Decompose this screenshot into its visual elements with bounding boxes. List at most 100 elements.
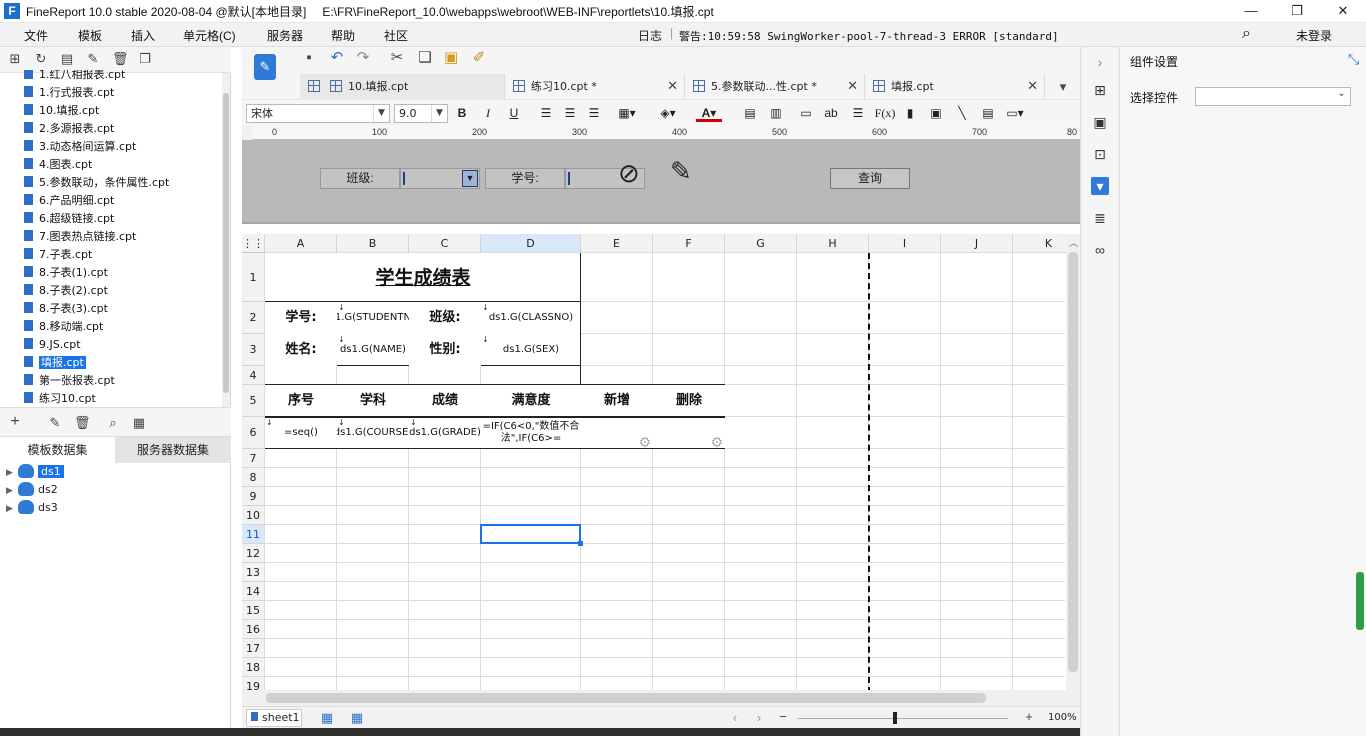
- scroll-left-icon[interactable]: ‹: [728, 711, 742, 725]
- fill-handle[interactable]: [578, 541, 583, 546]
- cell-f6[interactable]: ⚙: [653, 417, 725, 449]
- close-button[interactable]: ✕: [1320, 0, 1366, 23]
- right-panel-scroll-indicator[interactable]: [1356, 572, 1364, 630]
- file-item[interactable]: 2.多源报表.cpt: [24, 120, 114, 138]
- italic-button[interactable]: I: [480, 105, 496, 122]
- doc-tab[interactable]: 练习10.cpt * ✕: [505, 74, 685, 99]
- undo-icon[interactable]: ↶: [330, 50, 344, 65]
- chart-icon[interactable]: ▮: [902, 105, 918, 122]
- font-color-icon[interactable]: A▾: [696, 105, 722, 122]
- fill-color-icon[interactable]: ◈▾: [656, 105, 680, 122]
- menu-insert[interactable]: 插入: [131, 27, 155, 44]
- cell-a2[interactable]: 学号:: [265, 302, 337, 334]
- row-header[interactable]: 18: [242, 658, 265, 677]
- new-folder-icon[interactable]: ⊞: [8, 52, 22, 66]
- file-item[interactable]: 8.移动端.cpt: [24, 318, 103, 336]
- expand-arrow-icon[interactable]: ▶: [6, 500, 18, 518]
- template-type-icon[interactable]: ✎: [254, 54, 276, 80]
- dataset-item[interactable]: ▶ ds2: [6, 481, 58, 499]
- redo-icon[interactable]: ↷: [356, 50, 370, 65]
- copy-icon[interactable]: ❐: [138, 52, 152, 66]
- cell-a5[interactable]: 序号: [265, 385, 337, 417]
- file-item[interactable]: 10.填报.cpt: [24, 102, 99, 120]
- rich-text-icon[interactable]: ☰: [850, 105, 866, 122]
- column-header[interactable]: A: [265, 234, 337, 253]
- insert-row-icon[interactable]: ▭: [798, 105, 814, 122]
- font-family-select[interactable]: 宋体 ▼: [246, 104, 390, 123]
- row-header[interactable]: 3: [242, 334, 265, 366]
- delete-dataset-icon[interactable]: 🗑: [74, 416, 91, 430]
- tab-menu-icon[interactable]: ▾: [1056, 80, 1070, 94]
- cell-attribute-icon[interactable]: ⊞: [1091, 81, 1109, 99]
- file-item[interactable]: 5.参数联动，条件属性.cpt: [24, 174, 169, 192]
- minimize-button[interactable]: —: [1228, 0, 1274, 23]
- expand-arrow-icon[interactable]: ▶: [6, 482, 18, 500]
- sheet-tab[interactable]: sheet1: [246, 709, 302, 727]
- file-item[interactable]: 7.图表热点链接.cpt: [24, 228, 136, 246]
- preview-dataset-icon[interactable]: ⌕: [106, 416, 120, 430]
- column-header[interactable]: I: [869, 234, 941, 253]
- split-cells-icon[interactable]: ▥: [768, 105, 784, 122]
- cell-b5[interactable]: 学科: [337, 385, 409, 417]
- cell-d5[interactable]: 满意度: [481, 385, 581, 417]
- font-size-select[interactable]: 9.0 ▼: [394, 104, 448, 123]
- hyperlink-icon[interactable]: ∞: [1091, 241, 1109, 259]
- more-insert-icon[interactable]: ▭▾: [1004, 105, 1026, 122]
- file-item[interactable]: 第一张报表.cpt: [24, 372, 115, 390]
- row-header[interactable]: 9: [242, 487, 265, 506]
- row-header[interactable]: 17: [242, 639, 265, 658]
- class-combo[interactable]: ▼: [400, 168, 480, 189]
- zoom-out-icon[interactable]: −: [776, 710, 790, 724]
- sheet-vertical-scrollbar[interactable]: ︿: [1066, 234, 1080, 690]
- text-icon[interactable]: ab: [822, 105, 840, 122]
- cell-b3[interactable]: ds1.G(NAME) ↓: [337, 334, 409, 366]
- query-button[interactable]: 查询: [830, 168, 910, 189]
- zoom-slider-track[interactable]: [798, 718, 1008, 719]
- refresh-icon[interactable]: ↻: [34, 52, 48, 66]
- log-link[interactable]: 日志: [638, 27, 662, 44]
- column-header[interactable]: G: [725, 234, 797, 253]
- underline-button[interactable]: U: [506, 105, 522, 122]
- select-control-dropdown[interactable]: ⌄: [1195, 87, 1351, 106]
- file-item[interactable]: 6.超级链接.cpt: [24, 210, 114, 228]
- spreadsheet-grid[interactable]: ⋮⋮ ABCDEFGHIJK 1 2 3 4 5 6 7 8 9 10 11 12 13 14 15 16 17…: [242, 234, 1066, 690]
- edit-icon[interactable]: ✎: [86, 52, 100, 66]
- column-header[interactable]: E: [581, 234, 653, 253]
- cell-f5[interactable]: 删除: [653, 385, 725, 417]
- file-item[interactable]: 9.JS.cpt: [24, 336, 81, 354]
- pin-icon[interactable]: ⤡: [1348, 51, 1359, 68]
- cell-c6[interactable]: ds1.G(GRADE) ↓: [409, 417, 481, 449]
- column-header[interactable]: C: [409, 234, 481, 253]
- row-header[interactable]: 13: [242, 563, 265, 582]
- row-header[interactable]: 6: [242, 417, 265, 449]
- menu-help[interactable]: 帮助: [331, 27, 355, 44]
- cell-b6[interactable]: ds1.G(COURSE) ↓: [337, 417, 409, 449]
- doc-tab[interactable]: 填报.cpt ✕: [865, 74, 1045, 99]
- doc-tab[interactable]: 10.填报.cpt: [300, 74, 505, 99]
- expand-arrow-icon[interactable]: ▶: [6, 464, 18, 482]
- dataset-settings-icon[interactable]: ▦: [132, 416, 146, 430]
- align-center-icon[interactable]: ☰: [562, 105, 578, 122]
- slash-icon[interactable]: ╲: [954, 105, 970, 122]
- warning-message[interactable]: 警告:10:59:58 SwingWorker-pool-7-thread-3 …: [679, 28, 1059, 44]
- row-header[interactable]: 8: [242, 468, 265, 487]
- cell-d2[interactable]: ds1.G(CLASSNO) ↓: [481, 302, 581, 334]
- column-header[interactable]: H: [797, 234, 869, 253]
- cell-a6[interactable]: =seq() ↓: [265, 417, 337, 449]
- doc-tab[interactable]: 5.参数联动...性.cpt * ✕: [685, 74, 865, 99]
- row-header[interactable]: 2: [242, 302, 265, 334]
- row-header[interactable]: 11: [242, 525, 265, 544]
- border-icon[interactable]: ▦▾: [616, 105, 638, 122]
- cell-a3[interactable]: 姓名:: [265, 334, 337, 366]
- align-left-icon[interactable]: ☰: [538, 105, 554, 122]
- pencil-icon[interactable]: ✎: [670, 156, 692, 187]
- file-item[interactable]: 8.子表(2).cpt: [24, 282, 108, 300]
- column-header[interactable]: K: [1013, 234, 1066, 253]
- cell-element-icon[interactable]: ▣: [1091, 113, 1109, 131]
- hidden-eye-icon[interactable]: ⊘: [618, 158, 640, 189]
- file-item[interactable]: 8.子表(1).cpt: [24, 264, 108, 282]
- row-header[interactable]: 1: [242, 253, 265, 302]
- login-link[interactable]: 未登录: [1296, 27, 1332, 44]
- cell-a1[interactable]: 学生成绩表: [265, 253, 581, 302]
- zoom-in-icon[interactable]: +: [1022, 710, 1036, 724]
